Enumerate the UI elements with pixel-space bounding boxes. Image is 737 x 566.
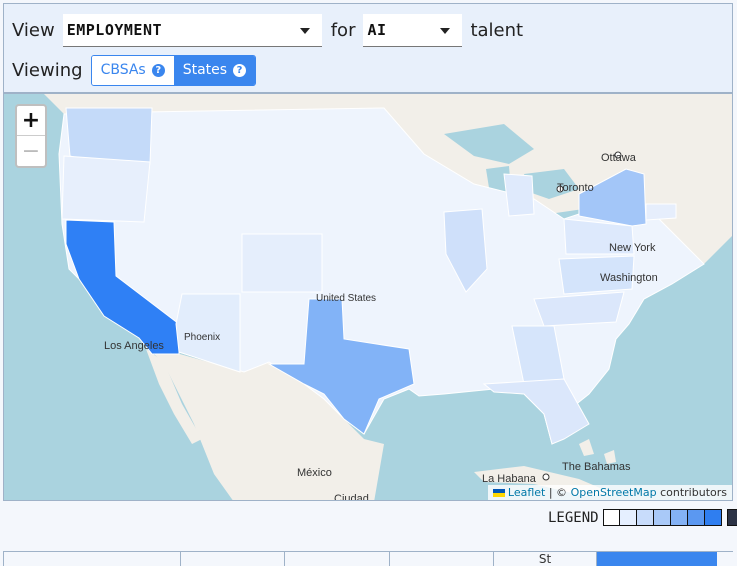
legend-swatch <box>670 509 688 526</box>
bottom-tab[interactable] <box>3 552 180 566</box>
legend-swatch <box>636 509 654 526</box>
zoom-out-button[interactable]: − <box>17 136 45 166</box>
for-label: for <box>330 19 356 41</box>
help-icon[interactable]: ? <box>233 63 247 77</box>
bottom-tab[interactable] <box>596 552 717 566</box>
legend-swatch <box>653 509 671 526</box>
label-los-angeles: Los Angeles <box>104 340 164 352</box>
toggle-cbsas-label: CBSAs <box>100 62 146 78</box>
bottom-tab[interactable] <box>389 552 493 566</box>
legend-swatch <box>726 509 737 526</box>
state-colorado <box>241 233 323 293</box>
label-new-york: New York <box>609 242 656 254</box>
talent-select[interactable]: AI <box>363 13 463 47</box>
map-attribution: Leaflet | © OpenStreetMap contributors <box>487 485 732 500</box>
state-michigan <box>503 173 535 217</box>
chevron-down-icon <box>440 27 451 34</box>
legend-swatch <box>687 509 705 526</box>
zoom-in-button[interactable]: + <box>17 106 45 136</box>
bottom-tab[interactable] <box>180 552 284 566</box>
bottom-tab-bar: St <box>3 551 733 566</box>
label-bahamas: The Bahamas <box>562 461 631 473</box>
state-massachusetts <box>645 203 677 221</box>
legend-swatch <box>704 509 722 526</box>
label-washington: Washington <box>600 272 658 284</box>
metric-select[interactable]: EMPLOYMENT <box>62 13 322 47</box>
legend-swatches <box>602 509 737 526</box>
state-oregon <box>61 155 151 223</box>
label-la-habana: La Habana <box>482 473 537 485</box>
bottom-tab[interactable] <box>284 552 389 566</box>
map-canvas[interactable]: Ottawa Toronto New York Washington Unite… <box>4 94 733 501</box>
controls-panel: View EMPLOYMENT for AI talent Viewing CB… <box>3 3 733 93</box>
label-phoenix: Phoenix <box>184 332 220 343</box>
help-icon[interactable]: ? <box>151 63 165 77</box>
state-washington <box>65 107 153 165</box>
bottom-tab[interactable]: St <box>493 552 596 566</box>
leaflet-link[interactable]: Leaflet <box>508 486 545 499</box>
legend-swatch <box>619 509 637 526</box>
talent-select-value: AI <box>367 20 387 39</box>
attribution-contributors: contributors <box>660 486 727 499</box>
talent-label: talent <box>470 19 524 41</box>
toggle-states-label: States <box>182 62 228 78</box>
legend-swatch <box>602 509 620 526</box>
metric-select-value: EMPLOYMENT <box>66 20 163 39</box>
legend-label: LEGEND <box>548 509 599 526</box>
attribution-separator: | © <box>548 486 568 499</box>
legend: LEGEND <box>548 509 737 526</box>
label-ciudad: Ciudad <box>334 493 369 501</box>
ukraine-flag-icon <box>492 489 505 497</box>
label-toronto: Toronto <box>557 182 594 194</box>
label-mexico: México <box>297 467 332 479</box>
zoom-control: + − <box>15 104 47 168</box>
label-ottawa: Ottawa <box>601 152 637 164</box>
havana-marker <box>542 473 550 481</box>
chevron-down-icon <box>299 27 310 34</box>
viewing-row: Viewing CBSAs ? States ? <box>12 54 257 86</box>
choropleth-map[interactable]: Ottawa Toronto New York Washington Unite… <box>3 93 733 501</box>
view-label: View <box>12 19 55 41</box>
label-united-states: United States <box>316 293 376 304</box>
view-row: View EMPLOYMENT for AI talent <box>12 13 523 47</box>
geography-toggle: CBSAs ? States ? <box>90 54 257 86</box>
viewing-label: Viewing <box>12 59 83 81</box>
toggle-states-button[interactable]: States ? <box>173 55 256 85</box>
openstreetmap-link[interactable]: OpenStreetMap <box>571 486 657 499</box>
toggle-cbsas-button[interactable]: CBSAs ? <box>91 55 174 85</box>
